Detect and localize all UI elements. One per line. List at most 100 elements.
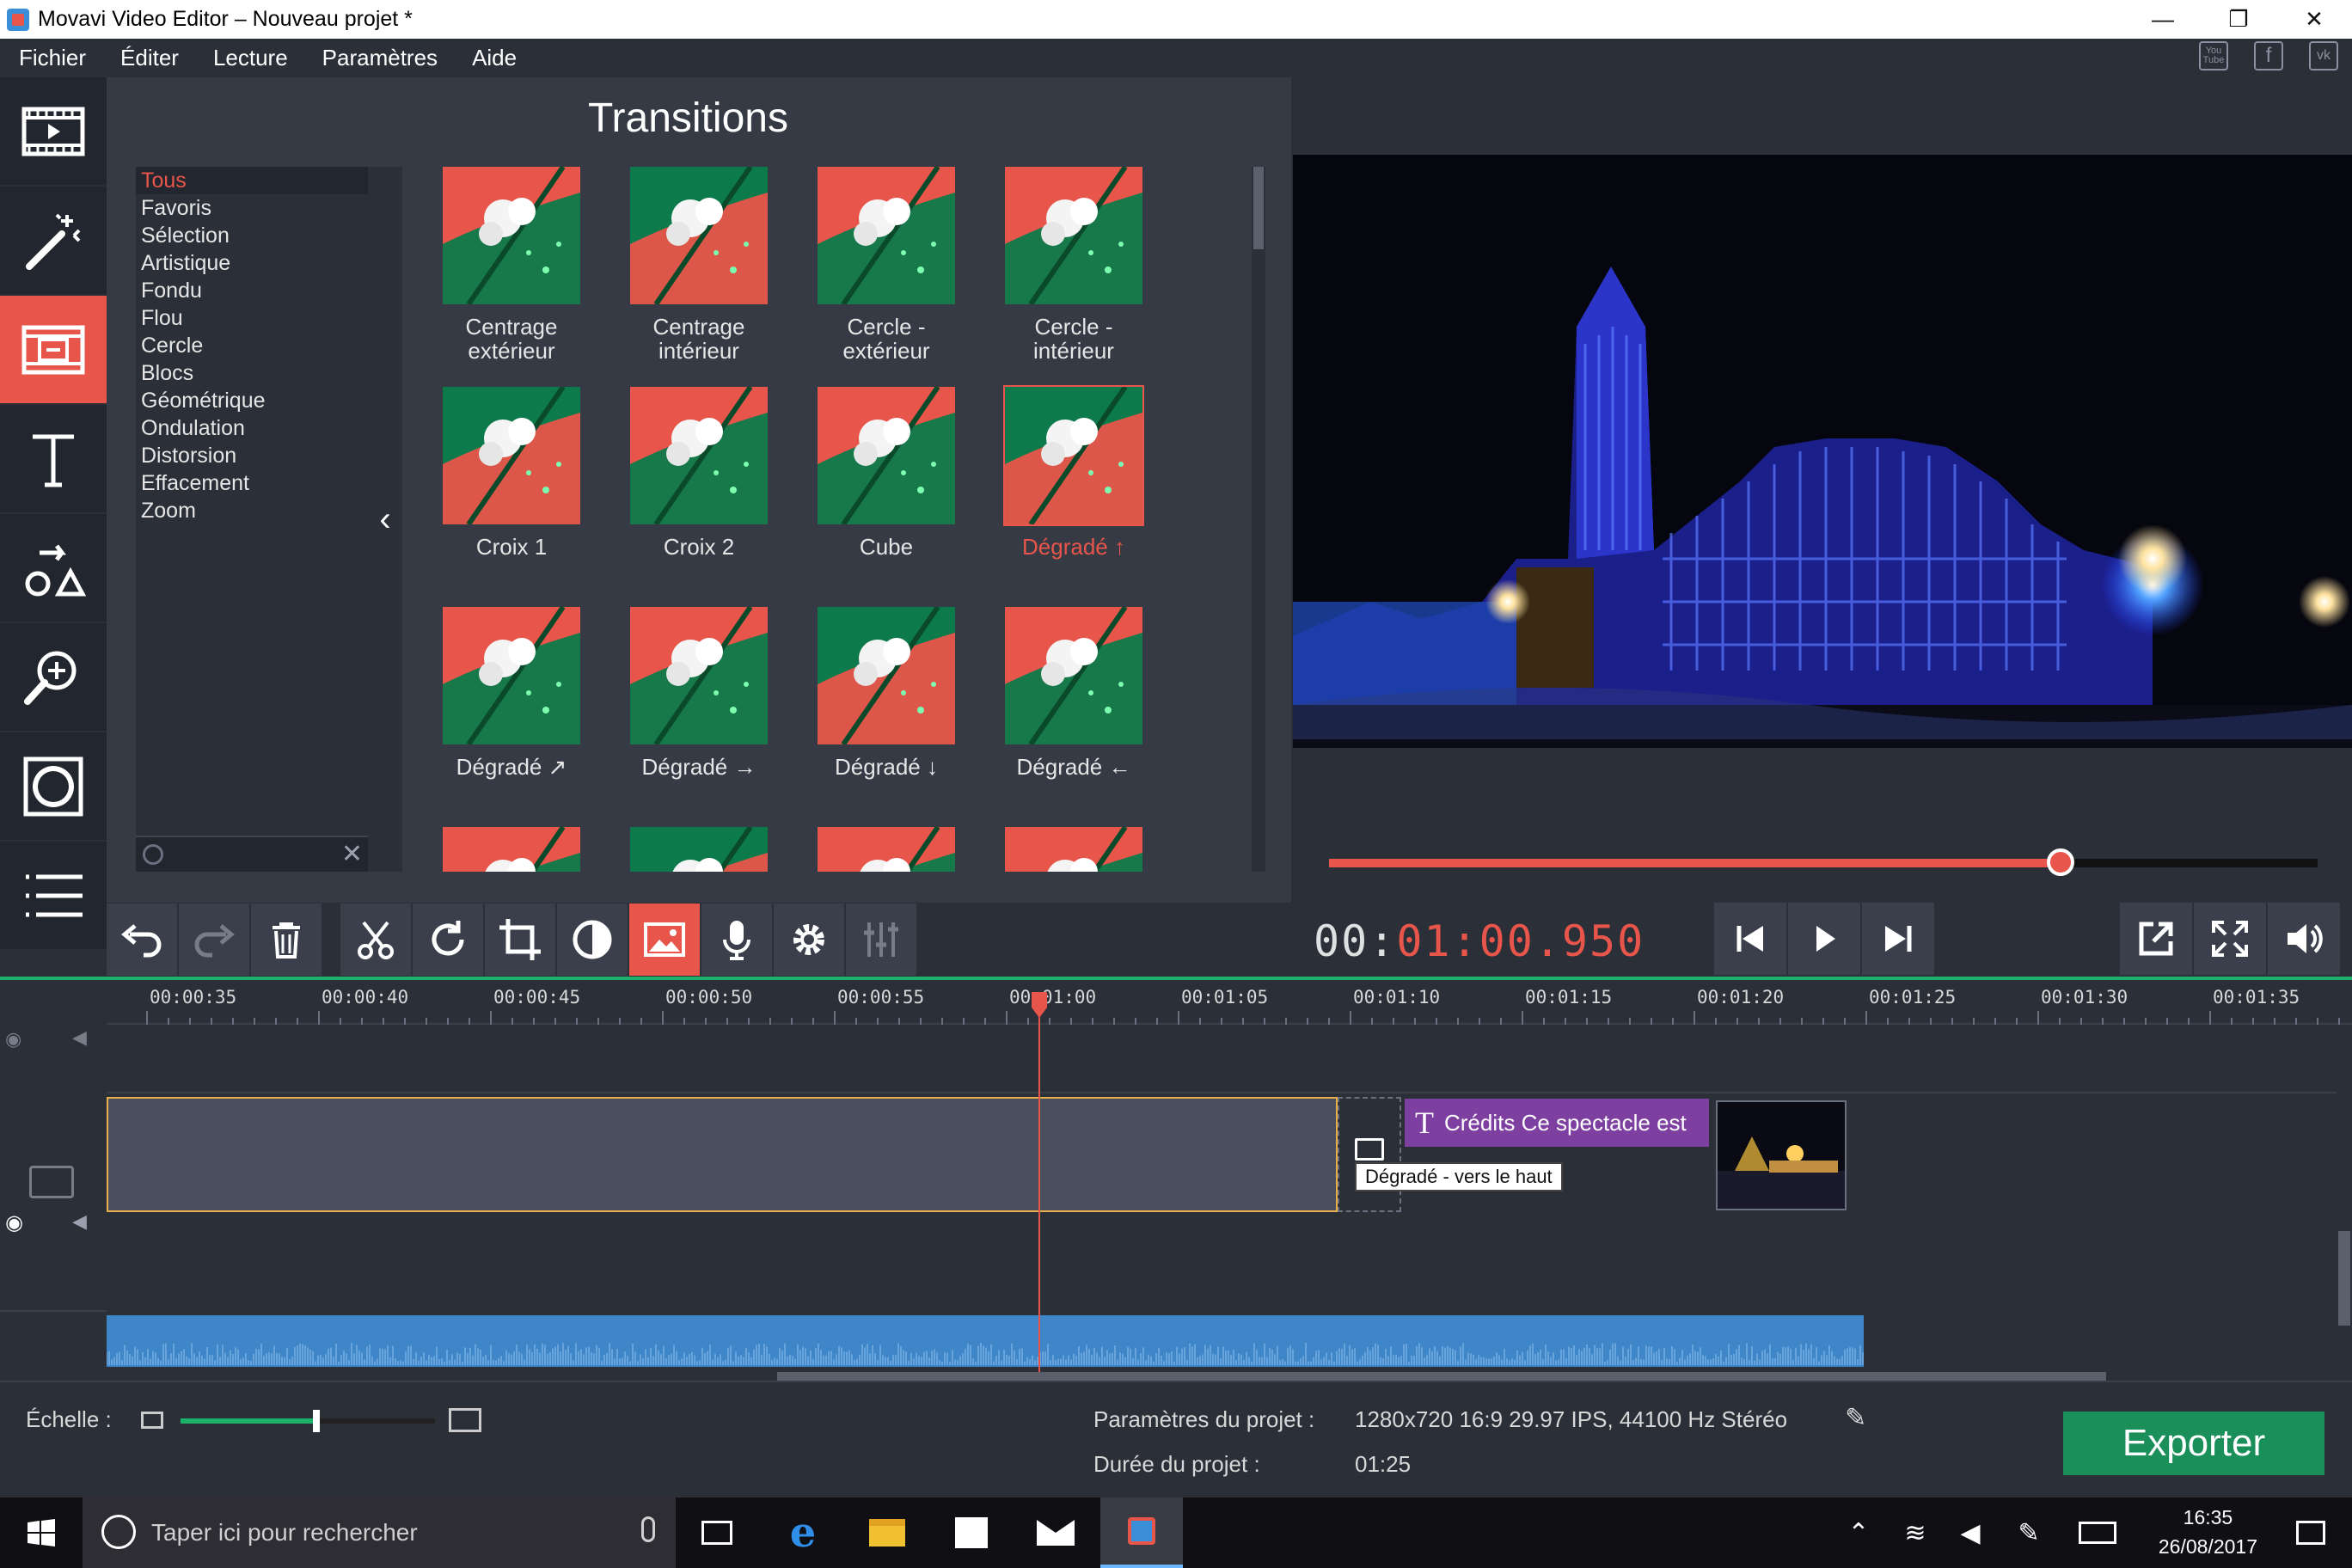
menu-editer[interactable]: Éditer xyxy=(103,45,196,71)
transitions-tool[interactable] xyxy=(0,296,107,405)
menu-parametres[interactable]: Paramètres xyxy=(305,45,455,71)
title-clip[interactable]: T Crédits Ce spectacle est xyxy=(1405,1099,1709,1147)
menu-fichier[interactable]: Fichier xyxy=(0,45,103,71)
transition-thumbnail[interactable] xyxy=(793,827,980,872)
close-button[interactable]: ✕ xyxy=(2276,0,2352,39)
settings-button[interactable] xyxy=(774,903,846,976)
crop-button[interactable] xyxy=(485,903,557,976)
category-search[interactable]: ✕ xyxy=(136,836,368,872)
menu-lecture[interactable]: Lecture xyxy=(196,45,305,71)
category-item[interactable]: Artistique xyxy=(136,249,368,277)
rotate-button[interactable] xyxy=(413,903,485,976)
task-view-button[interactable] xyxy=(676,1498,758,1568)
microphone-icon[interactable] xyxy=(641,1516,655,1542)
video-clip-thumbnail[interactable] xyxy=(1716,1100,1847,1210)
undo-button[interactable] xyxy=(107,903,179,976)
timeline-vertical-scrollbar[interactable] xyxy=(2337,1025,2352,1372)
edge-button[interactable]: e xyxy=(762,1498,844,1568)
fullscreen-button[interactable] xyxy=(2194,903,2266,975)
more-tools[interactable] xyxy=(0,842,107,951)
zoom-tool[interactable] xyxy=(0,623,107,732)
category-item[interactable]: Ondulation xyxy=(136,414,368,442)
import-tool[interactable] xyxy=(0,77,107,187)
speaker-icon[interactable]: ◀ xyxy=(72,1026,87,1049)
transition-thumbnail[interactable] xyxy=(605,827,793,872)
transition-thumbnail[interactable]: Centrage intérieur xyxy=(605,167,793,363)
transition-thumbnail[interactable] xyxy=(418,827,605,872)
category-item[interactable]: Géométrique xyxy=(136,387,368,414)
show-hidden-icons[interactable]: ⌃ xyxy=(1831,1498,1886,1568)
transition-thumbnail[interactable]: Centrage extérieur xyxy=(418,167,605,363)
category-item[interactable]: Distorsion xyxy=(136,442,368,469)
clear-search-icon[interactable]: ✕ xyxy=(341,839,363,869)
category-item[interactable]: Cercle xyxy=(136,332,368,359)
eye-icon[interactable]: ◉ xyxy=(5,1210,23,1235)
zoom-in-icon[interactable] xyxy=(449,1408,481,1432)
category-item[interactable]: Blocs xyxy=(136,359,368,387)
audio-clip[interactable] xyxy=(107,1315,1864,1367)
equalizer-button[interactable] xyxy=(846,903,918,976)
cut-button[interactable] xyxy=(340,903,413,976)
transition-thumbnail[interactable]: Croix 1 xyxy=(418,387,605,559)
category-item[interactable]: Sélection xyxy=(136,222,368,249)
volume-button[interactable] xyxy=(2268,903,2340,975)
transition-thumbnail[interactable]: Dégradé ← xyxy=(980,607,1167,779)
scrollbar-thumb[interactable] xyxy=(1253,167,1264,249)
movavi-taskbar-button[interactable] xyxy=(1100,1498,1183,1568)
start-button[interactable] xyxy=(0,1498,83,1568)
transition-thumbnail[interactable]: Dégradé ↗ xyxy=(418,607,605,779)
redo-button[interactable] xyxy=(179,903,251,976)
transition-thumbnail[interactable]: Croix 2 xyxy=(605,387,793,559)
next-button[interactable] xyxy=(1862,903,1934,975)
transition-thumbnail[interactable]: Dégradé → xyxy=(605,607,793,779)
notifications-button[interactable] xyxy=(2269,1498,2352,1568)
taskbar-clock[interactable]: 16:35 26/08/2017 xyxy=(2159,1503,2257,1561)
edit-pencil-icon[interactable]: ✎ xyxy=(1845,1403,1866,1433)
detach-preview-button[interactable] xyxy=(2120,903,2192,975)
collapse-categories-button[interactable]: ‹ xyxy=(368,167,402,872)
category-item[interactable]: Effacement xyxy=(136,469,368,497)
category-item[interactable]: Tous xyxy=(136,167,368,194)
vk-icon[interactable]: vk xyxy=(2309,41,2338,70)
transition-thumbnail[interactable] xyxy=(980,827,1167,872)
category-item[interactable]: Flou xyxy=(136,304,368,332)
restore-button[interactable]: ❐ xyxy=(2201,0,2276,39)
category-item[interactable]: Zoom xyxy=(136,497,368,524)
pen-icon[interactable]: ✎ xyxy=(2001,1498,2056,1568)
magic-tool[interactable] xyxy=(0,187,107,296)
menu-aide[interactable]: Aide xyxy=(455,45,534,71)
speaker-icon[interactable]: ◀ xyxy=(1943,1498,1998,1568)
mail-button[interactable] xyxy=(1014,1498,1097,1568)
transition-thumbnail[interactable]: Cercle - extérieur xyxy=(793,167,980,363)
transition-thumbnail[interactable]: Cercle - intérieur xyxy=(980,167,1167,363)
timeline-ruler[interactable]: 00:00:35 00:00:40 00:00:45 00:00:50 00:00:55… xyxy=(107,980,2352,1025)
scrollbar-thumb[interactable] xyxy=(2338,1231,2350,1326)
category-item[interactable]: Fondu xyxy=(136,277,368,304)
category-item[interactable]: Favoris xyxy=(136,194,368,222)
record-voice-button[interactable] xyxy=(701,903,774,976)
transition-thumbnail[interactable]: Dégradé ↑ xyxy=(980,385,1167,559)
playback-seekbar[interactable] xyxy=(1329,848,2318,876)
previous-button[interactable] xyxy=(1714,903,1786,975)
store-button[interactable] xyxy=(930,1498,1013,1568)
scale-slider-handle[interactable] xyxy=(312,1410,320,1432)
clip-properties-button[interactable] xyxy=(629,903,701,976)
minimize-button[interactable]: — xyxy=(2125,0,2201,39)
transition-thumbnail[interactable]: Cube xyxy=(793,387,980,559)
filters-tool[interactable] xyxy=(0,732,107,842)
titles-tool[interactable] xyxy=(0,405,107,514)
play-button[interactable] xyxy=(1788,903,1860,975)
network-icon[interactable]: ≋ xyxy=(1888,1498,1943,1568)
scale-slider[interactable] xyxy=(181,1410,435,1432)
eye-icon[interactable]: ◉ xyxy=(5,1028,21,1050)
callouts-tool[interactable] xyxy=(0,514,107,623)
keyboard-icon[interactable] xyxy=(2070,1498,2125,1568)
speaker-icon[interactable]: ◀ xyxy=(72,1210,87,1233)
video-clip[interactable] xyxy=(107,1097,1338,1212)
youtube-icon[interactable]: You Tube xyxy=(2199,41,2228,70)
zoom-out-icon[interactable] xyxy=(141,1412,163,1429)
seekbar-handle[interactable] xyxy=(2047,848,2074,876)
transition-thumbnail[interactable]: Dégradé ↓ xyxy=(793,607,980,779)
transitions-scrollbar[interactable] xyxy=(1252,167,1265,872)
transition-clip[interactable] xyxy=(1338,1097,1401,1212)
